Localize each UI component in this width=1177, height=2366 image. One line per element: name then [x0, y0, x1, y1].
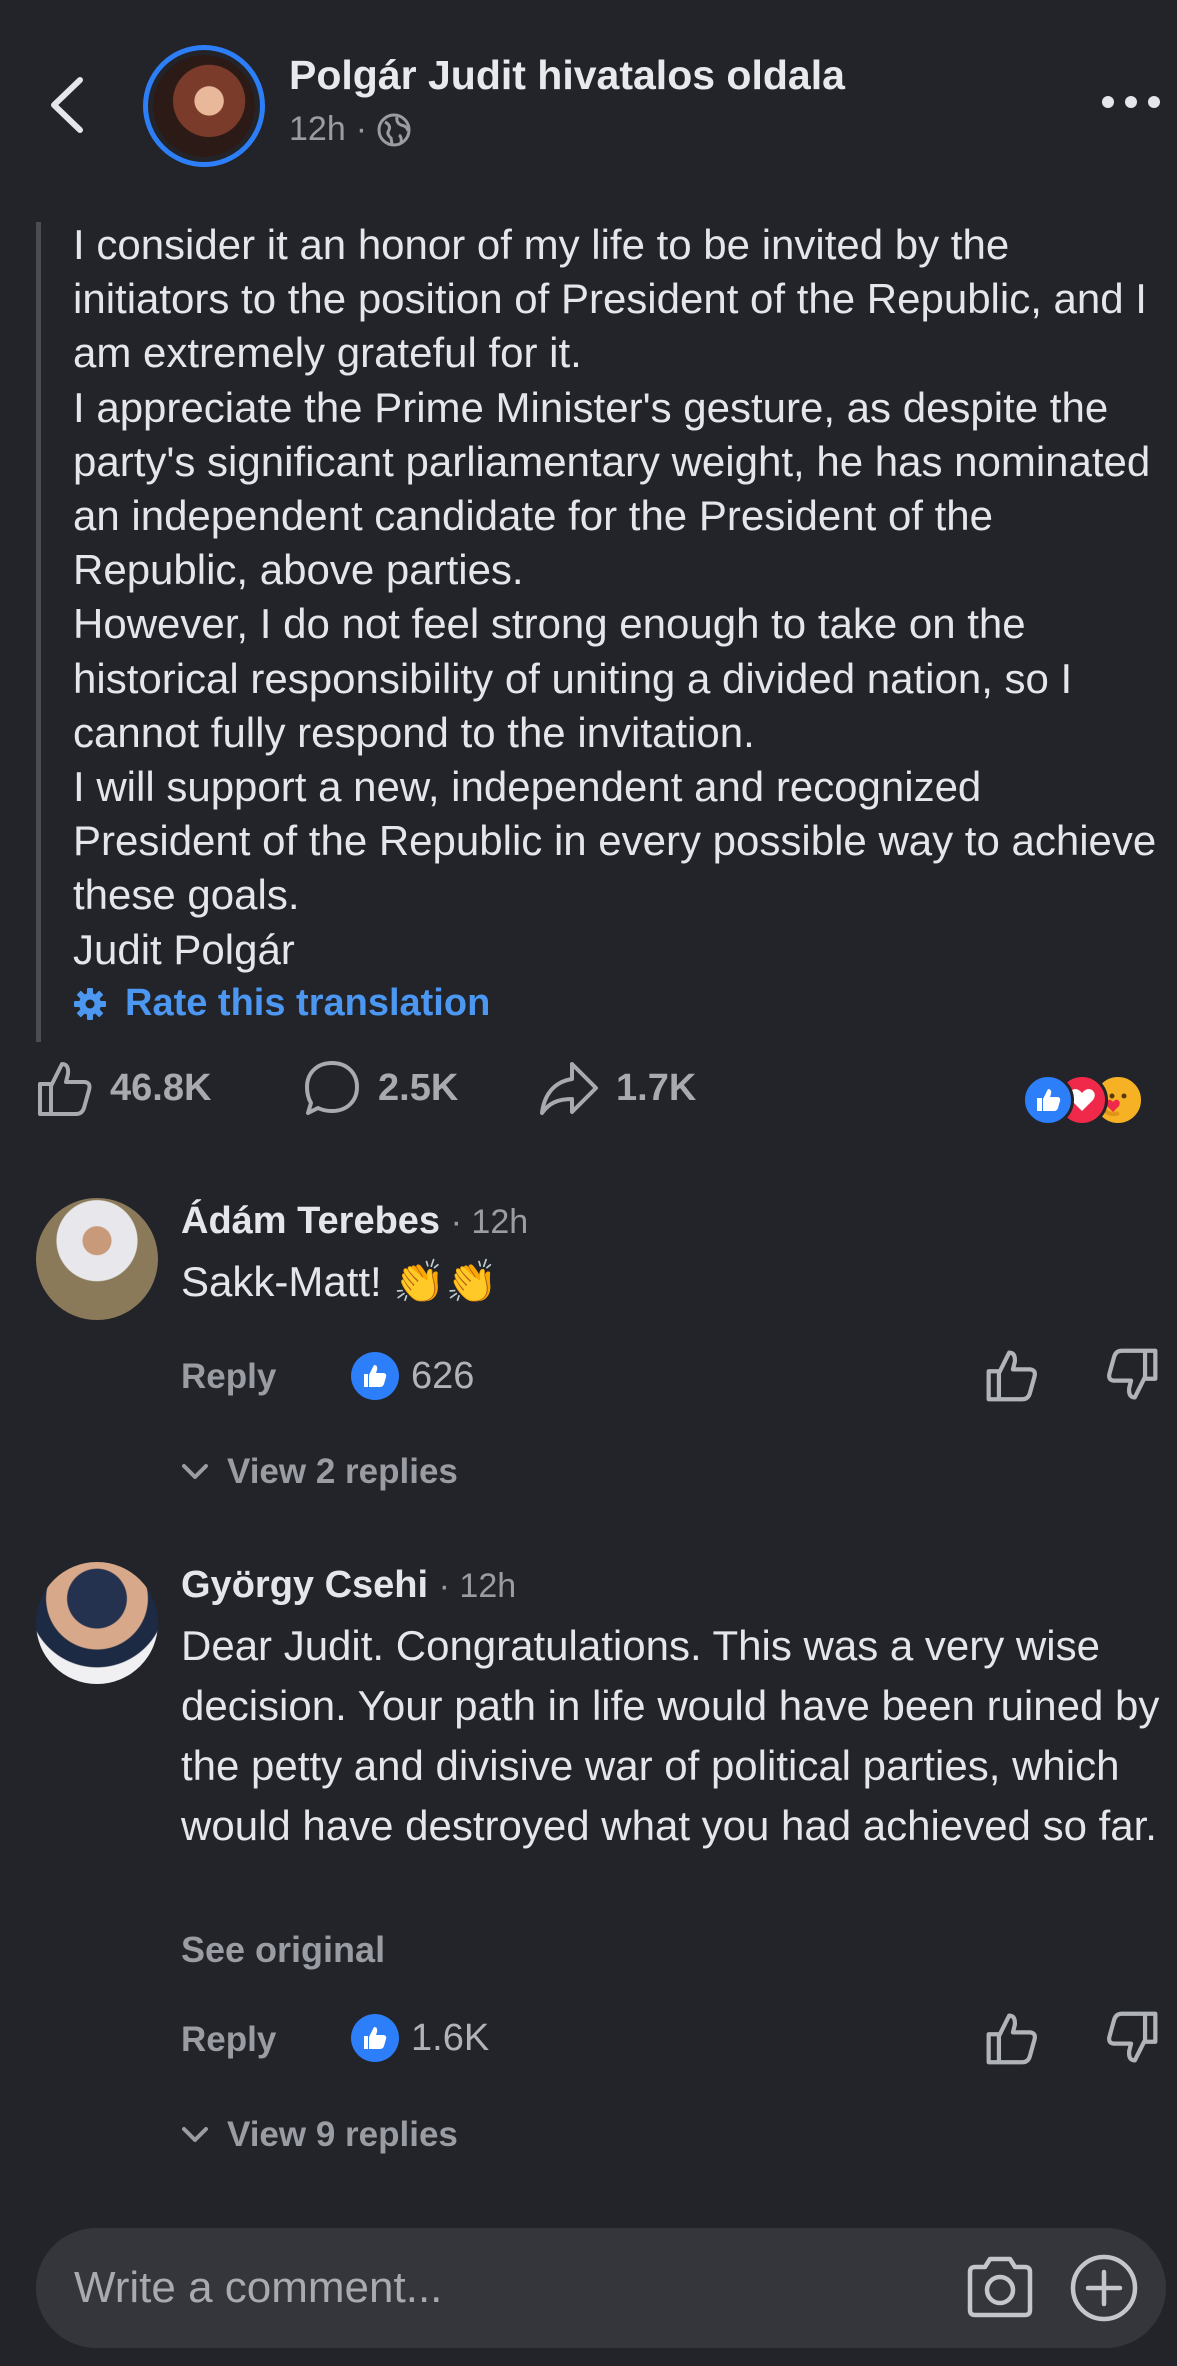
post-paragraph: I appreciate the Prime Minister's gestur…	[73, 383, 1151, 594]
comment-likes-value: 626	[411, 1354, 475, 1397]
reply-button[interactable]: Reply	[181, 2020, 276, 2060]
commenter-avatar[interactable]	[36, 1198, 158, 1320]
globe-icon	[377, 113, 411, 146]
post-meta: 12h ·	[289, 110, 411, 149]
share-count: 1.7K	[616, 1066, 697, 1109]
post-paragraph: However, I do not feel strong enough to …	[73, 600, 1073, 756]
comment-author[interactable]: Ádám Terebes · 12h	[181, 1200, 528, 1243]
comment-time: · 12h	[438, 1567, 517, 1605]
comment-input[interactable]	[74, 2258, 934, 2318]
plus-circle-icon	[1070, 2254, 1138, 2322]
comment-downvote-button[interactable]	[1104, 2010, 1160, 2066]
post-paragraph: Judit Polgár	[73, 925, 295, 973]
thumbs-up-icon	[986, 1350, 1037, 1402]
like-badge-icon	[351, 2014, 399, 2062]
reaction-summary[interactable]	[1022, 1074, 1172, 1126]
comment-text: Dear Judit. Congratulations. This was a …	[181, 1622, 1160, 1849]
camera-button[interactable]	[964, 2254, 1036, 2320]
gear-icon	[74, 987, 106, 1020]
page-name[interactable]: Polgár Judit hivatalos oldala	[289, 52, 845, 99]
comment-upvote-button[interactable]	[984, 2010, 1040, 2066]
comment-bubble-icon	[305, 1061, 359, 1115]
comment-like-count[interactable]: 626	[351, 1352, 474, 1400]
comment-likes-value: 1.6K	[411, 2016, 490, 2059]
post-paragraph: I consider it an honor of my life to be …	[73, 221, 1147, 377]
like-count: 46.8K	[110, 1066, 212, 1109]
quote-border	[36, 222, 41, 1042]
post-header: Polgár Judit hivatalos oldala 12h ·	[0, 0, 1177, 200]
comment-upvote-button[interactable]	[984, 1347, 1040, 1403]
comment-time: · 12h	[450, 1203, 529, 1241]
thumbs-up-icon	[986, 2013, 1037, 2065]
comment-downvote-button[interactable]	[1104, 1347, 1160, 1403]
comment-author[interactable]: György Csehi · 12h	[181, 1564, 516, 1607]
comment-like-count[interactable]: 1.6K	[351, 2014, 489, 2062]
comment-button[interactable]: 2.5K	[302, 1058, 458, 1118]
comment-text: Sakk-Matt! 👏👏	[181, 1258, 498, 1305]
page-avatar[interactable]	[143, 45, 265, 167]
more-options-button[interactable]	[1100, 82, 1162, 122]
post-time[interactable]: 12h	[289, 110, 346, 149]
chevron-down-icon	[182, 1464, 208, 1479]
like-reaction-icon	[1022, 1074, 1074, 1126]
reply-button[interactable]: Reply	[181, 1357, 276, 1397]
post-paragraph: I will support a new, independent and re…	[73, 763, 1157, 919]
view-replies-label: View 9 replies	[227, 2115, 458, 2154]
view-replies-label: View 2 replies	[227, 1452, 458, 1491]
thumbs-down-icon	[1107, 1348, 1158, 1400]
like-button[interactable]: 46.8K	[36, 1058, 211, 1118]
post-detail-screen: Polgár Judit hivatalos oldala 12h · I co…	[0, 0, 1177, 2366]
comment-composer	[36, 2228, 1166, 2348]
post-actions: 46.8K 2.5K 1.7K	[0, 1058, 1177, 1138]
thumbs-down-icon	[1107, 2011, 1158, 2063]
camera-icon	[967, 2256, 1033, 2318]
post-text: I consider it an honor of my life to be …	[73, 218, 1163, 977]
chevron-down-icon	[182, 2127, 208, 2142]
meta-separator: ·	[355, 110, 368, 148]
comment-author-name: Ádám Terebes	[181, 1200, 441, 1242]
add-attachment-button[interactable]	[1068, 2252, 1140, 2324]
back-button[interactable]	[44, 72, 94, 138]
comment-count: 2.5K	[378, 1066, 459, 1109]
chevron-left-icon	[51, 77, 83, 133]
rate-translation-link[interactable]: Rate this translation	[73, 982, 490, 1025]
view-replies-button[interactable]: View 9 replies	[181, 2115, 458, 2155]
see-original-link[interactable]: See original	[181, 1929, 385, 1971]
more-horizontal-icon	[1102, 96, 1160, 108]
thumbs-up-icon	[38, 1062, 92, 1116]
view-replies-button[interactable]: View 2 replies	[181, 1452, 458, 1492]
comment-author-name: György Csehi	[181, 1564, 429, 1606]
commenter-avatar[interactable]	[36, 1562, 158, 1684]
share-arrow-icon	[540, 1062, 598, 1115]
share-button[interactable]: 1.7K	[538, 1058, 696, 1118]
like-badge-icon	[351, 1352, 399, 1400]
rate-translation-label: Rate this translation	[125, 982, 491, 1024]
